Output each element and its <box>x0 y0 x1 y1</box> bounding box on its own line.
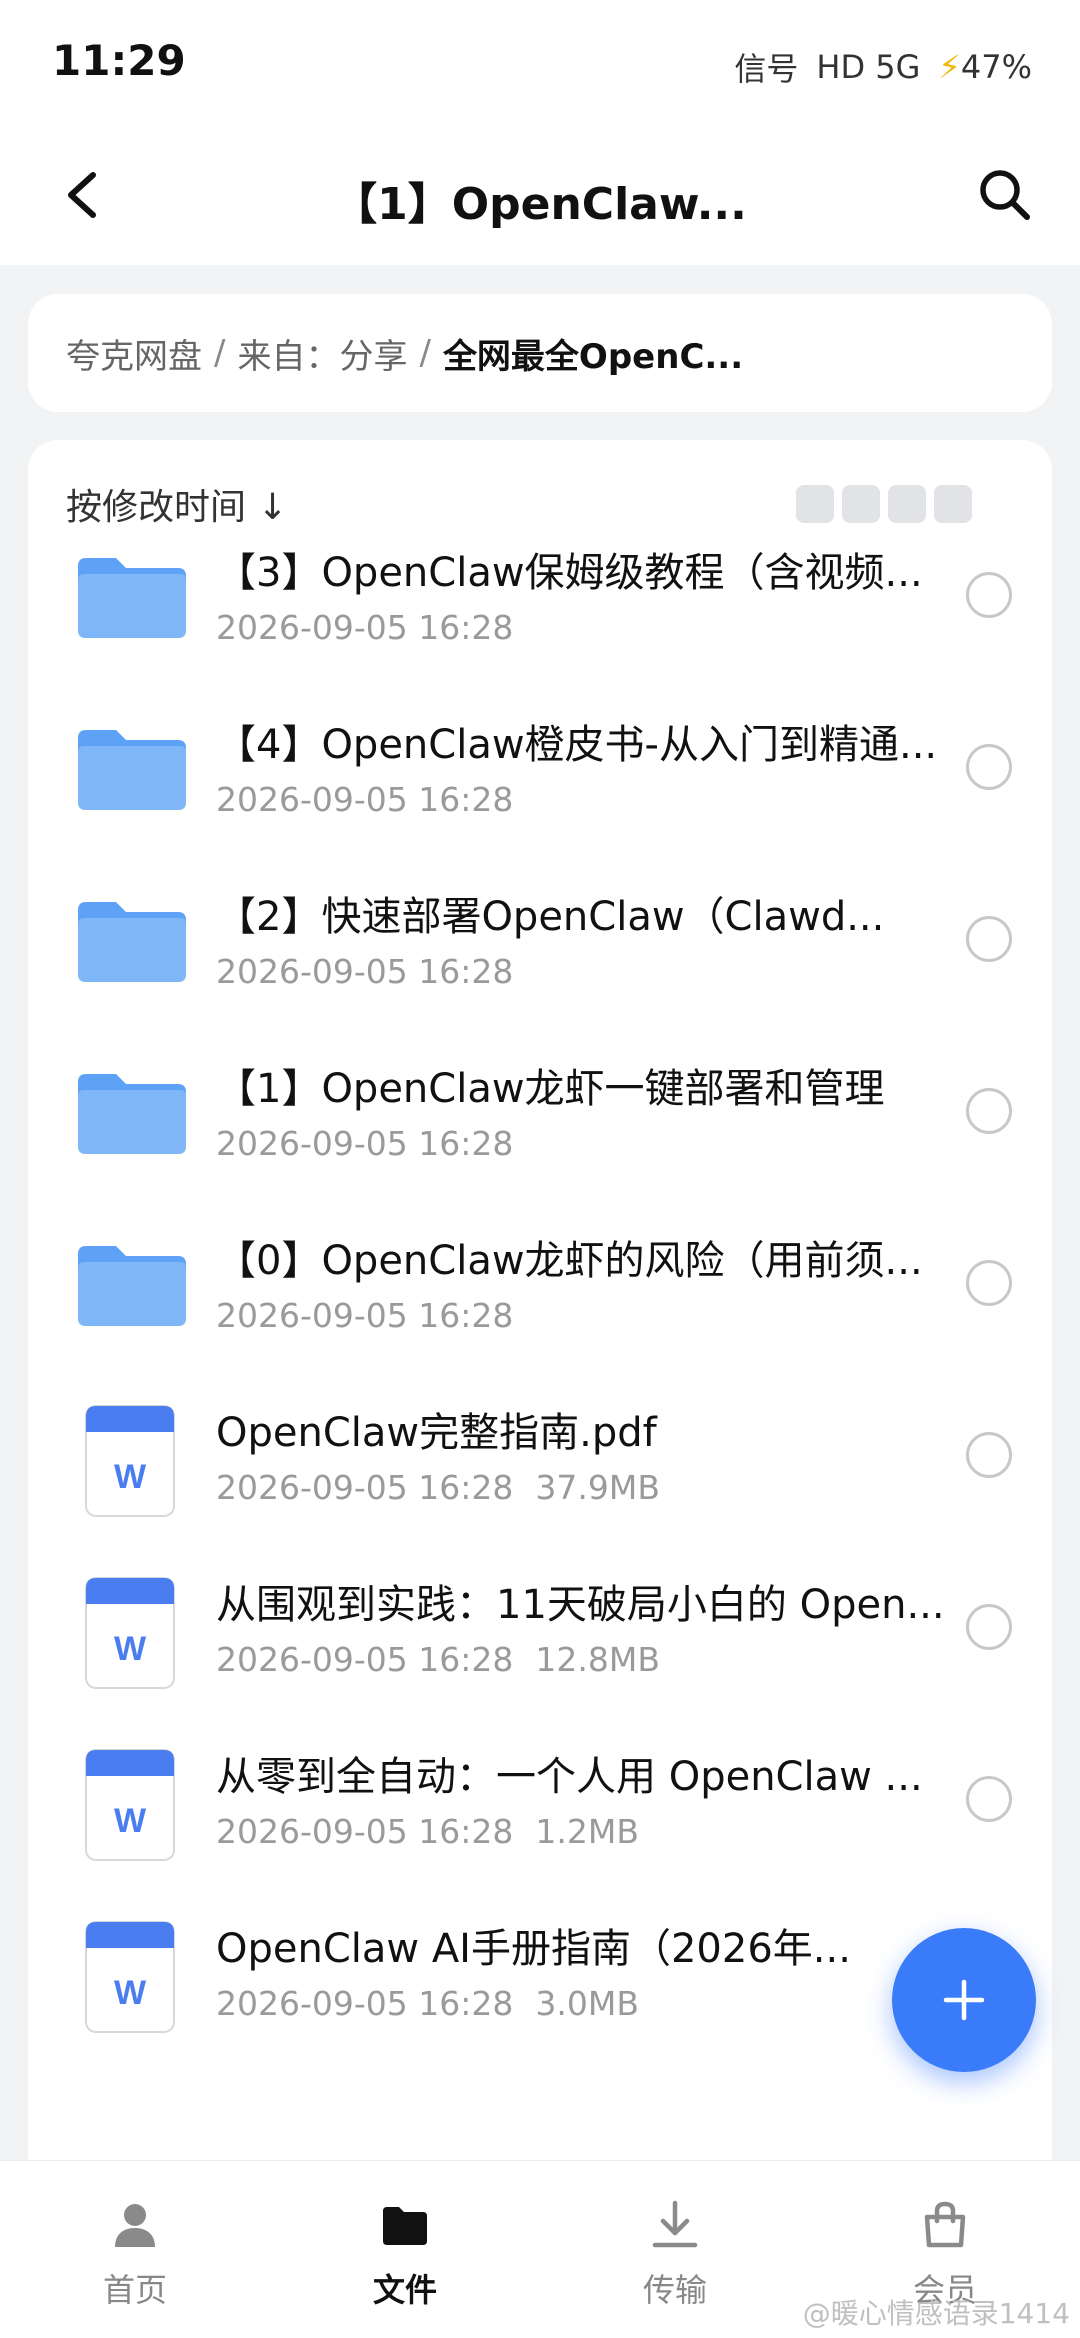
file-row[interactable]: W 从零到全自动：一个人用 OpenClaw ... 2026-09-05 16:2… <box>28 1724 1052 1896</box>
svg-text:W: W <box>114 1974 147 2012</box>
word-doc-icon: W <box>72 1402 192 1517</box>
item-meta: 2026-09-05 16:28 <box>216 1296 513 1335</box>
network-label: HD 5G <box>816 48 921 86</box>
status-time: 11:29 <box>52 36 186 85</box>
watermark: @暖心情感语录1414 <box>802 2297 1070 2330</box>
folder-icon <box>72 886 192 996</box>
select-checkbox[interactable] <box>966 1776 1012 1822</box>
item-name: OpenClaw完整指南.pdf <box>216 1410 657 1456</box>
grid-cell-icon <box>796 485 834 523</box>
folder-row[interactable]: 【2】快速部署OpenClaw（Clawd... 2026-09-05 16:28 <box>28 864 1052 1036</box>
select-checkbox[interactable] <box>966 1260 1012 1306</box>
breadcrumb-separator: / <box>419 333 431 373</box>
folder-icon <box>72 1058 192 1168</box>
breadcrumb-root[interactable]: 夸克网盘 <box>66 329 202 378</box>
item-meta: 2026-09-05 16:28 1.2MB <box>216 1812 639 1851</box>
item-name: 【0】OpenClaw龙虾的风险（用前须... <box>216 1238 923 1284</box>
item-name: 【1】OpenClaw龙虾一键部署和管理 <box>216 1066 885 1112</box>
signal-label: 信号 <box>734 50 799 88</box>
select-checkbox[interactable] <box>966 1432 1012 1478</box>
back-button[interactable] <box>48 160 118 230</box>
breadcrumb: 夸克网盘 / 来自：分享 / 全网最全OpenC... <box>28 294 1052 412</box>
item-size: 12.8MB <box>535 1640 660 1679</box>
folder-icon <box>72 1230 192 1340</box>
svg-text:W: W <box>114 1802 147 1840</box>
folder-row[interactable]: 【0】OpenClaw龙虾的风险（用前须... 2026-09-05 16:28 <box>28 1208 1052 1380</box>
svg-text:W: W <box>114 1458 147 1496</box>
item-date: 2026-09-05 16:28 <box>216 1296 514 1335</box>
select-checkbox[interactable] <box>966 1088 1012 1134</box>
item-name: 【3】OpenClaw保姆级教程（含视频... <box>216 550 923 596</box>
bag-icon <box>917 2197 973 2253</box>
file-row[interactable]: W 从围观到实践：11天破局小白的 Open... 2026-09-05 16:28… <box>28 1552 1052 1724</box>
breadcrumb-separator: / <box>214 333 226 373</box>
nav-label: 传输 <box>642 2271 707 2309</box>
item-meta: 2026-09-05 16:28 <box>216 1124 513 1163</box>
item-date: 2026-09-05 16:28 <box>216 1984 514 2023</box>
chevron-left-icon <box>68 172 96 218</box>
svg-text:W: W <box>114 1630 147 1668</box>
status-bar: 11:29 信号 HD 5G ⚡47% <box>0 0 1080 130</box>
battery-label: 47% <box>960 48 1032 86</box>
grid-cell-icon <box>888 485 926 523</box>
person-icon <box>107 2197 163 2253</box>
item-date: 2026-09-05 16:28 <box>216 1124 514 1163</box>
folder-row[interactable]: 【1】OpenClaw龙虾一键部署和管理 2026-09-05 16:28 <box>28 1036 1052 1208</box>
item-size: 3.0MB <box>535 1984 639 2023</box>
item-meta: 2026-09-05 16:28 37.9MB <box>216 1468 660 1507</box>
item-size: 1.2MB <box>535 1812 639 1851</box>
battery-indicator: ⚡47% <box>938 48 1032 86</box>
nav-files[interactable]: 文件 <box>270 2161 540 2338</box>
nav-label: 首页 <box>102 2271 167 2309</box>
breadcrumb-current: 全网最全OpenC... <box>442 336 744 377</box>
folder-row[interactable]: 【4】OpenClaw橙皮书-从入门到精通... 2026-09-05 16:28 <box>28 692 1052 864</box>
item-meta: 2026-09-05 16:28 <box>216 608 513 647</box>
item-date: 2026-09-05 16:28 <box>216 608 514 647</box>
add-button[interactable] <box>892 1928 1036 2072</box>
item-name: 从围观到实践：11天破局小白的 Open... <box>216 1582 945 1628</box>
view-mode-toggle[interactable] <box>796 485 972 523</box>
search-button[interactable] <box>970 160 1040 230</box>
select-checkbox[interactable] <box>966 744 1012 790</box>
item-date: 2026-09-05 16:28 <box>216 952 514 991</box>
nav-home[interactable]: 首页 <box>0 2161 270 2338</box>
item-date: 2026-09-05 16:28 <box>216 1640 514 1679</box>
grid-cell-icon <box>842 485 880 523</box>
folder-icon <box>377 2197 433 2253</box>
select-checkbox[interactable] <box>966 916 1012 962</box>
grid-cell-icon <box>934 485 972 523</box>
app-bar: 【1】OpenClaw... <box>0 130 1080 265</box>
nav-transfer[interactable]: 传输 <box>540 2161 810 2338</box>
charging-icon: ⚡ <box>938 48 961 86</box>
file-row[interactable]: W OpenClaw完整指南.pdf 2026-09-05 16:28 37.9MB <box>28 1380 1052 1552</box>
word-doc-icon: W <box>72 1574 192 1689</box>
item-name: 从零到全自动：一个人用 OpenClaw ... <box>216 1754 923 1800</box>
select-checkbox[interactable] <box>966 572 1012 618</box>
word-doc-icon: W <box>72 1918 192 2033</box>
folder-row[interactable]: 【3】OpenClaw保姆级教程（含视频... 2026-09-05 16:28 <box>28 520 1052 692</box>
item-meta: 2026-09-05 16:28 <box>216 952 513 991</box>
page-title: 【1】OpenClaw... <box>333 179 747 230</box>
search-icon <box>980 170 1030 220</box>
item-meta: 2026-09-05 16:28 3.0MB <box>216 1984 639 2023</box>
nav-label: 文件 <box>372 2271 437 2309</box>
item-meta: 2026-09-05 16:28 <box>216 780 513 819</box>
download-icon <box>647 2197 703 2253</box>
item-name: 【2】快速部署OpenClaw（Clawd... <box>216 894 885 940</box>
folder-icon <box>72 542 192 652</box>
item-date: 2026-09-05 16:28 <box>216 1468 514 1507</box>
item-name: OpenClaw AI手册指南（2026年... <box>216 1926 851 1972</box>
item-date: 2026-09-05 16:28 <box>216 780 514 819</box>
select-checkbox[interactable] <box>966 1604 1012 1650</box>
item-size: 37.9MB <box>535 1468 660 1507</box>
breadcrumb-from[interactable]: 来自：分享 <box>237 329 407 378</box>
item-meta: 2026-09-05 16:28 12.8MB <box>216 1640 660 1679</box>
plus-icon <box>943 1979 985 2021</box>
folder-icon <box>72 714 192 824</box>
word-doc-icon: W <box>72 1746 192 1861</box>
status-indicators: 信号 HD 5G ⚡47% <box>734 44 1032 90</box>
item-date: 2026-09-05 16:28 <box>216 1812 514 1851</box>
item-name: 【4】OpenClaw橙皮书-从入门到精通... <box>216 722 938 768</box>
